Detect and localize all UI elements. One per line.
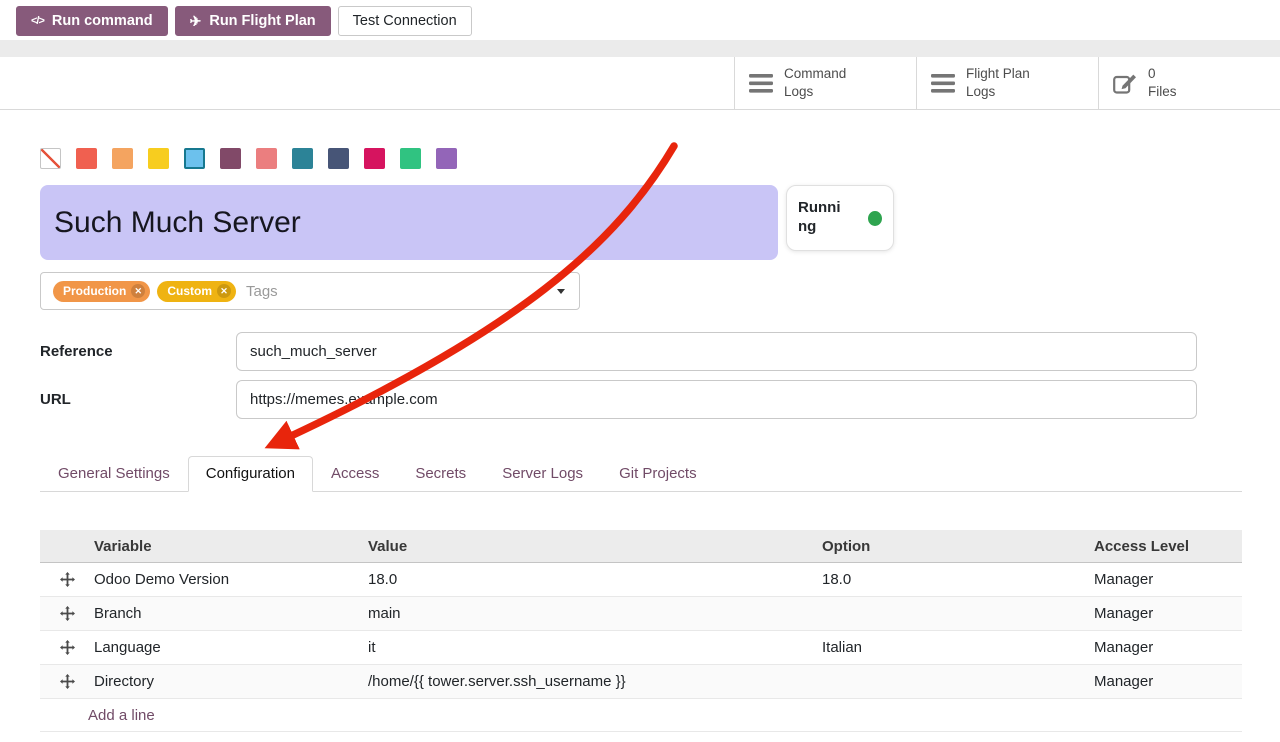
- cell-access-level: Manager: [1094, 605, 1242, 622]
- test-connection-label: Test Connection: [353, 13, 457, 29]
- header-variable[interactable]: Variable: [94, 538, 368, 555]
- table-row[interactable]: Branch main Manager: [40, 597, 1242, 631]
- stat-buttons-bar: Command Logs Flight Plan Logs 0 Files: [0, 57, 1280, 110]
- cell-value: 18.0: [368, 571, 822, 588]
- tab-configuration[interactable]: Configuration: [188, 456, 313, 492]
- cell-variable: Directory: [94, 673, 368, 690]
- server-form: Running Production ✕ Custom ✕ Tags Refer…: [0, 148, 1280, 732]
- flight-plan-logs-button[interactable]: Flight Plan Logs: [916, 57, 1098, 109]
- run-flight-plan-label: Run Flight Plan: [209, 13, 315, 29]
- reference-input[interactable]: [236, 332, 1197, 371]
- color-swatch-3[interactable]: [148, 148, 169, 169]
- color-swatch-10[interactable]: [400, 148, 421, 169]
- tag-production-label: Production: [63, 284, 126, 298]
- color-swatch-2[interactable]: [112, 148, 133, 169]
- url-input[interactable]: [236, 380, 1197, 419]
- tag-production-remove-icon[interactable]: ✕: [131, 284, 145, 298]
- tag-custom-remove-icon[interactable]: ✕: [217, 284, 231, 298]
- color-swatch-5[interactable]: [220, 148, 241, 169]
- header-access-level[interactable]: Access Level: [1094, 538, 1242, 555]
- edit-icon: [1113, 72, 1137, 94]
- run-command-label: Run command: [52, 13, 153, 29]
- table-header-row: Variable Value Option Access Level: [40, 530, 1242, 563]
- table-row[interactable]: Directory /home/{{ tower.server.ssh_user…: [40, 665, 1242, 699]
- reference-label: Reference: [40, 343, 236, 360]
- tab-general-settings[interactable]: General Settings: [40, 456, 188, 492]
- tag-production[interactable]: Production ✕: [53, 281, 150, 302]
- cell-variable: Branch: [94, 605, 368, 622]
- color-swatch-7[interactable]: [292, 148, 313, 169]
- server-name-input[interactable]: [40, 185, 778, 260]
- cell-variable: Language: [94, 639, 368, 656]
- color-swatch-11[interactable]: [436, 148, 457, 169]
- cell-access-level: Manager: [1094, 673, 1242, 690]
- name-row: Running: [40, 185, 1242, 260]
- notebook-tabs: General Settings Configuration Access Se…: [40, 456, 1242, 492]
- cell-variable: Odoo Demo Version: [94, 571, 368, 588]
- add-a-line-link[interactable]: Add a line: [88, 707, 1242, 724]
- run-flight-plan-button[interactable]: ✈ Run Flight Plan: [175, 6, 331, 36]
- cell-option: 18.0: [822, 571, 1094, 588]
- test-connection-button[interactable]: Test Connection: [338, 6, 472, 36]
- tab-git-projects[interactable]: Git Projects: [601, 456, 715, 492]
- tag-custom-label: Custom: [167, 284, 212, 298]
- tab-server-logs[interactable]: Server Logs: [484, 456, 601, 492]
- tags-field[interactable]: Production ✕ Custom ✕ Tags: [40, 272, 580, 310]
- top-toolbar: </> Run command ✈ Run Flight Plan Test C…: [0, 0, 1280, 40]
- drag-handle-icon[interactable]: [60, 674, 75, 689]
- add-line-row: Add a line: [40, 699, 1242, 732]
- files-count: 0: [1148, 65, 1177, 83]
- header-option[interactable]: Option: [822, 538, 1094, 555]
- list-icon: [749, 74, 773, 93]
- plane-icon: ✈: [190, 13, 202, 30]
- cell-value: it: [368, 639, 822, 656]
- color-swatch-9[interactable]: [364, 148, 385, 169]
- url-field-row: URL: [40, 380, 1242, 419]
- header-value[interactable]: Value: [368, 538, 822, 555]
- color-swatch-1[interactable]: [76, 148, 97, 169]
- status-card: Running: [786, 185, 894, 251]
- run-command-button[interactable]: </> Run command: [16, 6, 168, 36]
- color-swatch-none[interactable]: [40, 148, 61, 169]
- list-icon: [931, 74, 955, 93]
- flight-plan-logs-label-line2: Logs: [966, 83, 1030, 101]
- cell-access-level: Manager: [1094, 571, 1242, 588]
- url-label: URL: [40, 391, 236, 408]
- command-logs-label-line1: Command: [784, 65, 846, 83]
- tab-access[interactable]: Access: [313, 456, 397, 492]
- cell-value: /home/{{ tower.server.ssh_username }}: [368, 673, 822, 690]
- config-variables-table: Variable Value Option Access Level Odoo …: [40, 530, 1242, 732]
- code-icon: </>: [31, 15, 44, 27]
- drag-handle-icon[interactable]: [60, 640, 75, 655]
- cell-access-level: Manager: [1094, 639, 1242, 656]
- table-row[interactable]: Odoo Demo Version 18.0 18.0 Manager: [40, 563, 1242, 597]
- color-palette: [40, 148, 1242, 169]
- table-row[interactable]: Language it Italian Manager: [40, 631, 1242, 665]
- files-button[interactable]: 0 Files: [1098, 57, 1280, 109]
- drag-handle-icon[interactable]: [60, 606, 75, 621]
- status-dot: [868, 211, 882, 226]
- cell-option: Italian: [822, 639, 1094, 656]
- drag-handle-icon[interactable]: [60, 572, 75, 587]
- breadcrumb-strip: [0, 40, 1280, 57]
- color-swatch-6[interactable]: [256, 148, 277, 169]
- tab-secrets[interactable]: Secrets: [397, 456, 484, 492]
- cell-value: main: [368, 605, 822, 622]
- color-swatch-8[interactable]: [328, 148, 349, 169]
- tag-custom[interactable]: Custom ✕: [157, 281, 236, 302]
- command-logs-button[interactable]: Command Logs: [734, 57, 916, 109]
- status-label: Running: [798, 199, 846, 237]
- reference-field-row: Reference: [40, 332, 1242, 371]
- flight-plan-logs-label-line1: Flight Plan: [966, 65, 1030, 83]
- chevron-down-icon[interactable]: [557, 289, 565, 294]
- command-logs-label-line2: Logs: [784, 83, 846, 101]
- files-label: Files: [1148, 83, 1177, 101]
- color-swatch-4-selected[interactable]: [184, 148, 205, 169]
- tags-placeholder: Tags: [246, 283, 278, 300]
